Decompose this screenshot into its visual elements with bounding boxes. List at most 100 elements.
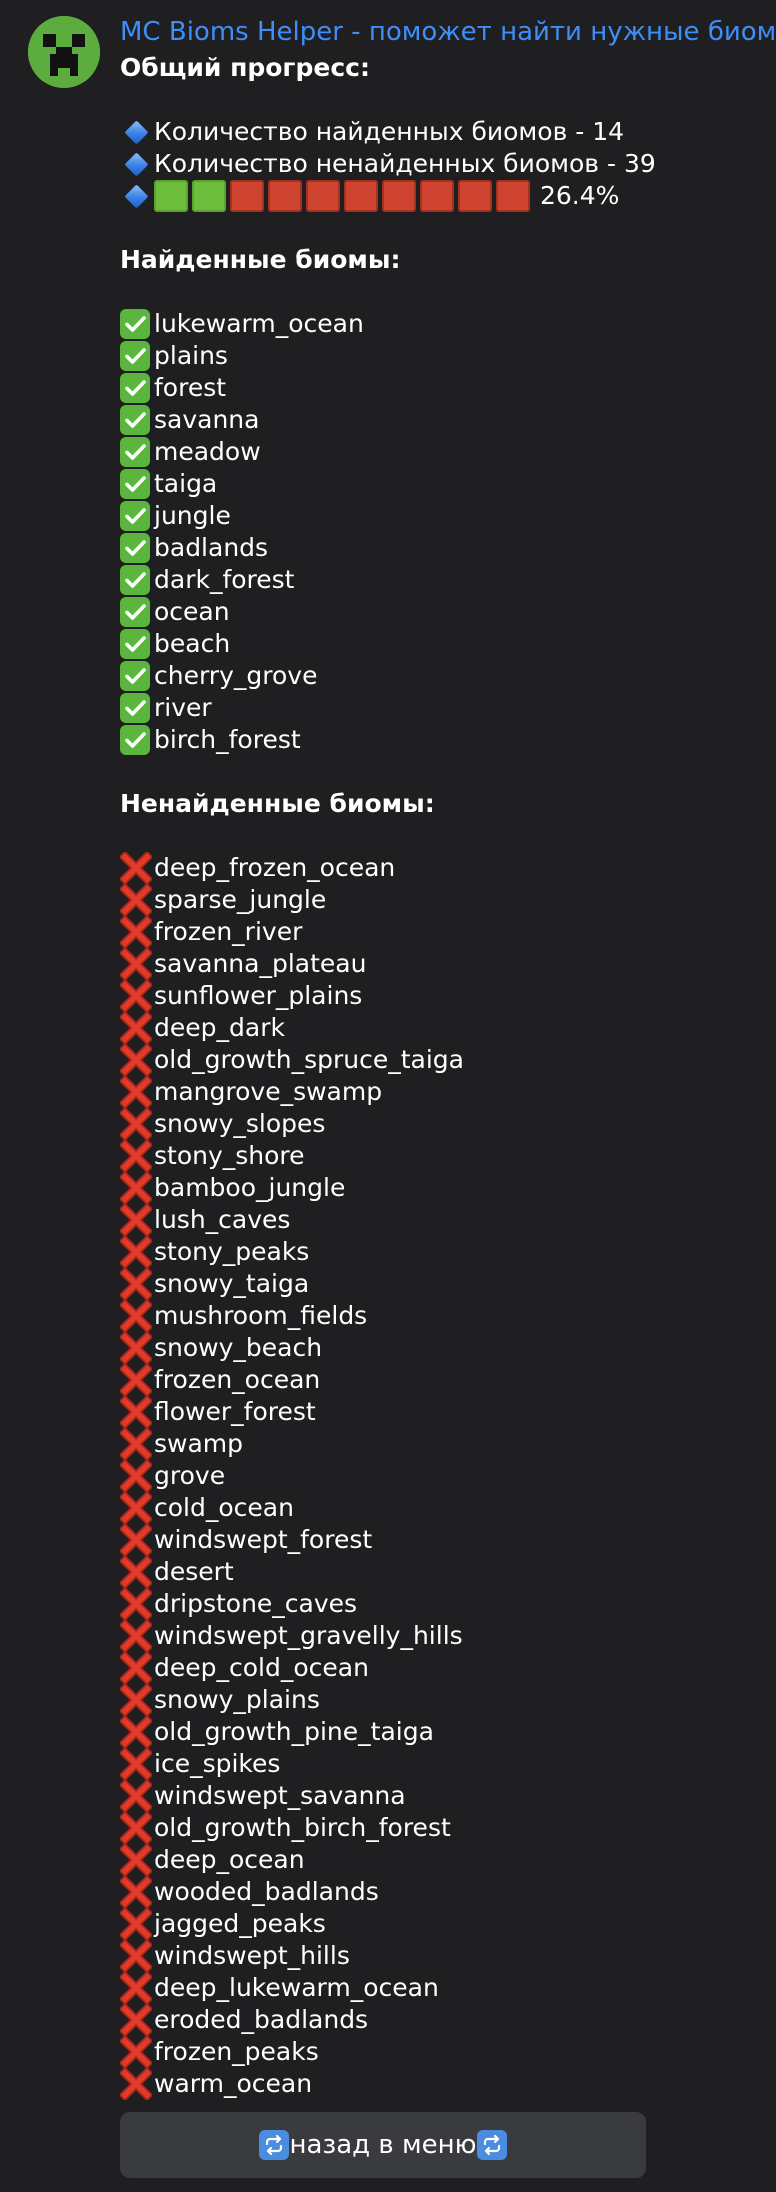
missing-biome-item: flower_forest: [118, 1394, 770, 1430]
biome-name: windswept_forest: [154, 1525, 373, 1554]
cross-mark-icon: [118, 1746, 154, 1782]
biome-name: windswept_savanna: [154, 1781, 406, 1810]
found-biome-item: meadow: [120, 436, 770, 468]
biome-name: plains: [154, 341, 228, 370]
biome-name: river: [154, 693, 212, 722]
missing-biome-item: stony_shore: [118, 1138, 770, 1174]
missing-biome-item: deep_lukewarm_ocean: [118, 1970, 770, 2006]
missing-biome-item: mushroom_fields: [118, 1298, 770, 1334]
sender-name[interactable]: MC Bioms Helper - поможет найти нужные б…: [120, 14, 776, 50]
cross-mark-icon: [118, 1010, 154, 1046]
cross-mark-icon: [118, 1458, 154, 1494]
cross-mark-icon: [118, 1298, 154, 1334]
missing-biome-item: bamboo_jungle: [118, 1170, 770, 1206]
biome-name: snowy_plains: [154, 1685, 320, 1714]
back-button-label: назад в меню: [289, 2130, 477, 2160]
progress-cell-empty: [344, 180, 378, 212]
cross-mark-icon: [118, 1074, 154, 1110]
biome-name: grove: [154, 1461, 226, 1490]
cross-mark-icon: [118, 1970, 154, 2006]
cross-mark-icon: [118, 1106, 154, 1142]
check-mark-icon: [120, 501, 150, 531]
missing-biome-item: desert: [118, 1554, 770, 1590]
missing-biome-item: eroded_badlands: [118, 2002, 770, 2038]
check-mark-icon: [120, 693, 150, 723]
missing-biome-item: windswept_hills: [118, 1938, 770, 1974]
check-mark-icon: [120, 405, 150, 435]
progress-heading: Общий прогресс:: [120, 53, 370, 82]
biome-name: flower_forest: [154, 1397, 316, 1426]
biome-name: lukewarm_ocean: [154, 309, 364, 338]
found-count-line: Количество найденных биомов - 14: [120, 116, 770, 148]
cross-mark-icon: [118, 1554, 154, 1590]
biome-name: meadow: [154, 437, 261, 466]
found-biome-item: lukewarm_ocean: [120, 308, 770, 340]
missing-biome-item: sunflower_plains: [118, 978, 770, 1014]
found-count-text: Количество найденных биомов - 14: [154, 117, 625, 146]
cross-mark-icon: [118, 2002, 154, 2038]
progress-bar-line: 26.4%: [120, 180, 770, 212]
biome-name: snowy_taiga: [154, 1269, 310, 1298]
biome-name: lush_caves: [154, 1205, 291, 1234]
biome-name: deep_cold_ocean: [154, 1653, 369, 1682]
cross-mark-icon: [118, 1522, 154, 1558]
missing-biome-item: deep_ocean: [118, 1842, 770, 1878]
missing-biome-item: deep_cold_ocean: [118, 1650, 770, 1686]
repeat-arrows-icon: [259, 2130, 290, 2160]
missing-biome-item: deep_dark: [118, 1010, 770, 1046]
cross-mark-icon: [118, 978, 154, 1014]
missing-biome-item: wooded_badlands: [118, 1874, 770, 1910]
check-mark-icon: [120, 533, 150, 563]
missing-biome-item: snowy_beach: [118, 1330, 770, 1366]
missing-biome-item: cold_ocean: [118, 1490, 770, 1526]
cross-mark-icon: [118, 1586, 154, 1622]
biome-name: snowy_beach: [154, 1333, 323, 1362]
biome-name: windswept_hills: [154, 1941, 350, 1970]
biome-name: swamp: [154, 1429, 244, 1458]
check-mark-icon: [120, 661, 150, 691]
cross-mark-icon: [118, 1490, 154, 1526]
cross-mark-icon: [118, 2034, 154, 2070]
progress-cell-filled: [154, 180, 188, 212]
biome-name: taiga: [154, 469, 218, 498]
cross-mark-icon: [118, 1362, 154, 1398]
missing-biome-item: windswept_gravelly_hills: [118, 1618, 770, 1654]
missing-biome-item: warm_ocean: [118, 2066, 770, 2102]
biome-name: eroded_badlands: [154, 2005, 369, 2034]
found-biome-item: forest: [120, 372, 770, 404]
progress-cell-empty: [382, 180, 416, 212]
missing-list: deep_frozen_ocean sparse_jungle frozen_riv…: [118, 850, 770, 2102]
cross-mark-icon: [118, 914, 154, 950]
missing-biome-item: old_growth_birch_forest: [118, 1810, 770, 1846]
biome-name: mushroom_fields: [154, 1301, 368, 1330]
blue-diamond-icon: [124, 119, 149, 145]
repeat-arrows-icon: [476, 2130, 507, 2160]
check-mark-icon: [120, 309, 150, 339]
found-biome-item: river: [120, 692, 770, 724]
missing-biome-item: savanna_plateau: [118, 946, 770, 982]
check-mark-icon: [120, 597, 150, 627]
found-biome-item: plains: [120, 340, 770, 372]
missing-biome-item: lush_caves: [118, 1202, 770, 1238]
missing-biome-item: old_growth_spruce_taiga: [118, 1042, 770, 1078]
biome-name: cherry_grove: [154, 661, 318, 690]
cross-mark-icon: [118, 1682, 154, 1718]
check-mark-icon: [120, 469, 150, 499]
cross-mark-icon: [118, 882, 154, 918]
missing-biome-item: frozen_ocean: [118, 1362, 770, 1398]
biome-name: wooded_badlands: [154, 1877, 379, 1906]
progress-cell-empty: [230, 180, 264, 212]
cross-mark-icon: [118, 1906, 154, 1942]
biome-name: old_growth_pine_taiga: [154, 1717, 434, 1746]
cross-mark-icon: [118, 1138, 154, 1174]
biome-name: deep_dark: [154, 1013, 285, 1042]
biome-name: dripstone_caves: [154, 1589, 358, 1618]
avatar[interactable]: [28, 16, 100, 88]
message-bubble: MC Bioms Helper - поможет найти нужные б…: [118, 14, 776, 2102]
biome-name: frozen_ocean: [154, 1365, 321, 1394]
blue-diamond-icon: [124, 183, 149, 209]
back-to-menu-button[interactable]: назад в меню: [120, 2112, 646, 2178]
biome-name: desert: [154, 1557, 234, 1586]
biome-name: frozen_peaks: [154, 2037, 319, 2066]
missing-biome-item: swamp: [118, 1426, 770, 1462]
